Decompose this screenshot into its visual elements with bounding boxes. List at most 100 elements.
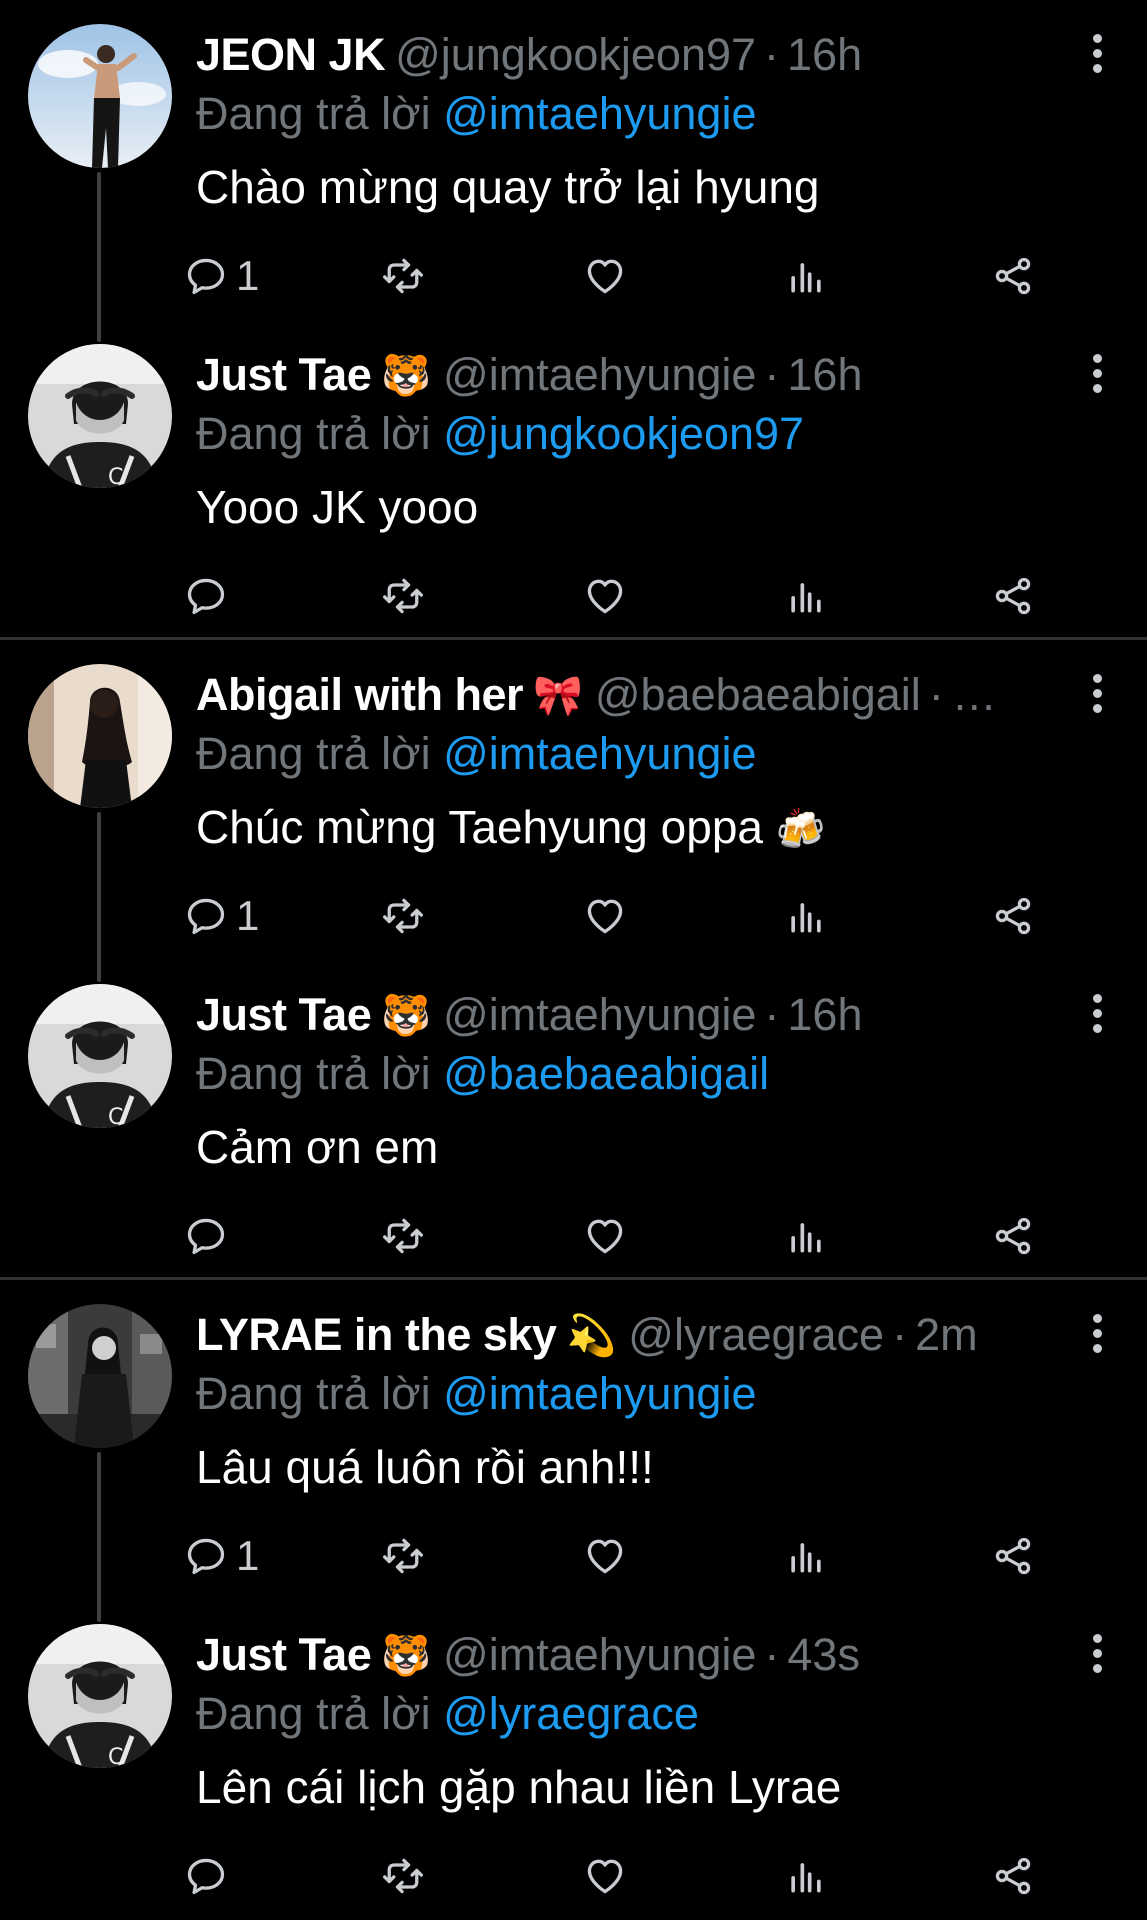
- more-icon[interactable]: [1091, 1314, 1103, 1354]
- views-button[interactable]: [784, 1210, 828, 1262]
- user-handle[interactable]: @baebaeabigail: [595, 669, 921, 721]
- like-button[interactable]: [583, 250, 627, 302]
- tweet[interactable]: LYRAE in the sky 💫 @lyraegrace · 2m Đang…: [0, 1280, 1147, 1600]
- reply-button[interactable]: 1: [184, 1530, 259, 1582]
- views-button[interactable]: [784, 570, 828, 622]
- replying-handle[interactable]: @baebaeabigail: [443, 1048, 769, 1099]
- like-button[interactable]: [583, 1210, 627, 1262]
- retweet-button[interactable]: [381, 1850, 425, 1902]
- views-button[interactable]: [784, 1850, 828, 1902]
- like-icon: [583, 1214, 627, 1258]
- replying-handle[interactable]: @imtaehyungie: [443, 728, 756, 779]
- replying-handle[interactable]: @lyraegrace: [443, 1688, 699, 1739]
- timestamp[interactable]: 16h: [787, 989, 862, 1041]
- display-name[interactable]: Abigail with her: [196, 669, 524, 721]
- tweet-text-content: Cảm ơn em: [196, 1121, 439, 1173]
- reply-icon: [184, 1534, 228, 1578]
- replying-to: Đang trả lời @imtaehyungie: [196, 728, 756, 780]
- more-icon[interactable]: [1091, 354, 1103, 394]
- share-button[interactable]: [991, 1850, 1035, 1902]
- display-name[interactable]: LYRAE in the sky: [196, 1309, 557, 1361]
- views-button[interactable]: [784, 1530, 828, 1582]
- reply-icon: [184, 1854, 228, 1898]
- like-icon: [583, 574, 627, 618]
- replying-handle[interactable]: @jungkookjeon97: [443, 408, 804, 459]
- display-name[interactable]: JEON JK: [196, 29, 386, 81]
- user-handle[interactable]: @imtaehyungie: [443, 989, 756, 1041]
- tweet[interactable]: Abigail with her 🎀 @baebaeabigail · … Đa…: [0, 640, 1147, 960]
- retweet-button[interactable]: [381, 1210, 425, 1262]
- more-icon[interactable]: [1091, 994, 1103, 1034]
- avatar[interactable]: C: [28, 1624, 172, 1768]
- tweet-text-content: Lên cái lịch gặp nhau liền Lyrae: [196, 1761, 842, 1813]
- share-button[interactable]: [991, 1210, 1035, 1262]
- share-button[interactable]: [991, 250, 1035, 302]
- more-icon[interactable]: [1091, 674, 1103, 714]
- tweet-header: JEON JK @jungkookjeon97 · 16h: [196, 26, 1077, 84]
- reply-count: 1: [236, 252, 260, 299]
- user-handle[interactable]: @imtaehyungie: [443, 349, 756, 401]
- separator-dot: ·: [764, 29, 780, 80]
- like-icon: [583, 1534, 627, 1578]
- name-emoji: 💫: [566, 1312, 617, 1359]
- more-icon[interactable]: [1091, 34, 1103, 74]
- retweet-button[interactable]: [381, 570, 425, 622]
- user-handle[interactable]: @lyraegrace: [628, 1309, 884, 1361]
- avatar[interactable]: C: [28, 984, 172, 1128]
- reply-button[interactable]: 1: [184, 890, 259, 942]
- avatar[interactable]: [28, 664, 172, 808]
- more-icon[interactable]: [1091, 1634, 1103, 1674]
- retweet-icon: [381, 1214, 425, 1258]
- user-handle[interactable]: @jungkookjeon97: [395, 29, 756, 81]
- like-button[interactable]: [583, 570, 627, 622]
- timestamp[interactable]: 16h: [787, 349, 862, 401]
- timestamp[interactable]: 43s: [787, 1629, 860, 1681]
- replying-label: Đang trả lời: [196, 408, 431, 459]
- share-button[interactable]: [991, 570, 1035, 622]
- reply-button[interactable]: 1: [184, 250, 259, 302]
- views-button[interactable]: [784, 890, 828, 942]
- like-button[interactable]: [583, 890, 627, 942]
- tweet-actions: [196, 570, 1086, 622]
- display-name[interactable]: Just Tae: [196, 1629, 372, 1681]
- timestamp[interactable]: …: [952, 669, 997, 721]
- views-button[interactable]: [784, 250, 828, 302]
- replying-to: Đang trả lời @jungkookjeon97: [196, 408, 804, 460]
- timestamp[interactable]: 16h: [787, 29, 862, 81]
- display-name[interactable]: Just Tae: [196, 989, 372, 1041]
- tweet-actions: [196, 1850, 1086, 1902]
- user-handle[interactable]: @imtaehyungie: [443, 1629, 756, 1681]
- share-icon: [991, 1214, 1035, 1258]
- avatar[interactable]: C: [28, 344, 172, 488]
- tweet[interactable]: C Just Tae 🐯 @imtaehyungie · 16h Đang tr…: [0, 960, 1147, 1280]
- like-button[interactable]: [583, 1850, 627, 1902]
- retweet-button[interactable]: [381, 1530, 425, 1582]
- name-emoji: 🐯: [381, 992, 432, 1039]
- share-button[interactable]: [991, 1530, 1035, 1582]
- tweet[interactable]: C Just Tae 🐯 @imtaehyungie · 43s Đang tr…: [0, 1600, 1147, 1920]
- tweet[interactable]: JEON JK @jungkookjeon97 · 16h Đang trả l…: [0, 0, 1147, 320]
- reply-icon: [184, 894, 228, 938]
- timestamp[interactable]: 2m: [915, 1309, 978, 1361]
- reply-button[interactable]: [184, 1850, 228, 1902]
- replying-handle[interactable]: @imtaehyungie: [443, 1368, 756, 1419]
- replying-label: Đang trả lời: [196, 1048, 431, 1099]
- tweet-text: Cảm ơn em: [196, 1120, 438, 1174]
- retweet-button[interactable]: [381, 250, 425, 302]
- avatar[interactable]: [28, 1304, 172, 1448]
- display-name[interactable]: Just Tae: [196, 349, 372, 401]
- reply-button[interactable]: [184, 1210, 228, 1262]
- tweet-text-content: Yooo JK yooo: [196, 481, 479, 533]
- replying-handle[interactable]: @imtaehyungie: [443, 88, 756, 139]
- separator-dot: ·: [764, 349, 780, 400]
- like-button[interactable]: [583, 1530, 627, 1582]
- share-icon: [991, 1854, 1035, 1898]
- avatar[interactable]: [28, 24, 172, 168]
- retweet-button[interactable]: [381, 890, 425, 942]
- share-button[interactable]: [991, 890, 1035, 942]
- tweet[interactable]: C Just Tae 🐯 @imtaehyungie · 16h Đang tr…: [0, 320, 1147, 640]
- tweet-header: Just Tae 🐯 @imtaehyungie · 43s: [196, 1626, 1077, 1684]
- replying-label: Đang trả lời: [196, 1688, 431, 1739]
- reply-button[interactable]: [184, 570, 228, 622]
- replying-label: Đang trả lời: [196, 88, 431, 139]
